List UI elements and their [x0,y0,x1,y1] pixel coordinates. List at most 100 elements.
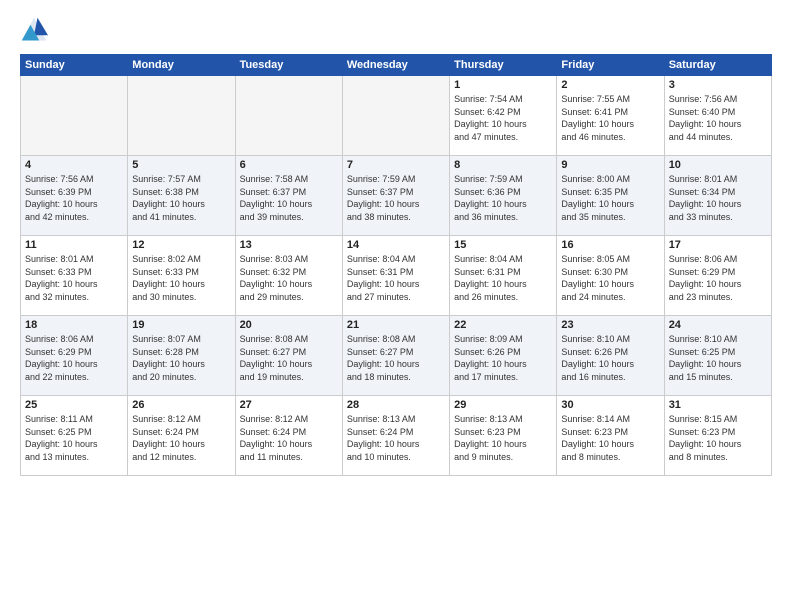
day-cell-25: 25 Sunrise: 8:11 AM Sunset: 6:25 PM Dayli… [21,396,128,476]
empty-cell [235,76,342,156]
day-number: 3 [669,79,767,91]
day-info: Sunrise: 7:56 AM Sunset: 6:39 PM Dayligh… [25,173,123,223]
day-cell-29: 29Sunrise: 8:13 AM Sunset: 6:23 PM Dayli… [450,396,557,476]
calendar: SundayMondayTuesdayWednesdayThursdayFrid… [20,54,772,476]
day-number: 10 [669,159,767,171]
week-row-1: 1 Sunrise: 7:54 AM Sunset: 6:42 PM Daylig… [21,76,772,156]
day-cell-2: 2Sunrise: 7:55 AM Sunset: 6:41 PM Daylig… [557,76,664,156]
day-number: 19 [132,319,230,331]
day-number: 28 [347,399,445,411]
day-number: 31 [669,399,767,411]
day-number: 22 [454,319,552,331]
day-info: Sunrise: 7:58 AM Sunset: 6:37 PM Dayligh… [240,173,338,223]
day-number: 20 [240,319,338,331]
day-cell-13: 13 Sunrise: 8:03 AM Sunset: 6:32 PM Dayli… [235,236,342,316]
day-info: Sunrise: 7:55 AM Sunset: 6:41 PM Dayligh… [561,93,659,143]
day-info: Sunrise: 8:14 AM Sunset: 6:23 PM Dayligh… [561,413,659,463]
day-info: Sunrise: 8:08 AM Sunset: 6:27 PM Dayligh… [240,333,338,383]
empty-cell [21,76,128,156]
day-cell-28: 28 Sunrise: 8:13 AM Sunset: 6:24 PM Dayli… [342,396,449,476]
day-info: Sunrise: 8:12 AM Sunset: 6:24 PM Dayligh… [132,413,230,463]
day-info: Sunrise: 8:11 AM Sunset: 6:25 PM Dayligh… [25,413,123,463]
day-number: 23 [561,319,659,331]
day-info: Sunrise: 8:07 AM Sunset: 6:28 PM Dayligh… [132,333,230,383]
page: SundayMondayTuesdayWednesdayThursdayFrid… [0,0,792,612]
day-cell-4: 4Sunrise: 7:56 AM Sunset: 6:39 PM Daylig… [21,156,128,236]
week-row-4: 18 Sunrise: 8:06 AM Sunset: 6:29 PM Dayli… [21,316,772,396]
day-info: Sunrise: 7:56 AM Sunset: 6:40 PM Dayligh… [669,93,767,143]
day-number: 26 [132,399,230,411]
day-number: 25 [25,399,123,411]
day-cell-12: 12 Sunrise: 8:02 AM Sunset: 6:33 PM Dayli… [128,236,235,316]
day-number: 1 [454,79,552,91]
day-info: Sunrise: 8:02 AM Sunset: 6:33 PM Dayligh… [132,253,230,303]
day-info: Sunrise: 7:59 AM Sunset: 6:36 PM Dayligh… [454,173,552,223]
weekday-header-saturday: Saturday [664,55,771,76]
day-info: Sunrise: 8:01 AM Sunset: 6:33 PM Dayligh… [25,253,123,303]
weekday-header-tuesday: Tuesday [235,55,342,76]
weekday-header-friday: Friday [557,55,664,76]
day-cell-27: 27 Sunrise: 8:12 AM Sunset: 6:24 PM Dayli… [235,396,342,476]
day-info: Sunrise: 8:01 AM Sunset: 6:34 PM Dayligh… [669,173,767,223]
day-info: Sunrise: 8:08 AM Sunset: 6:27 PM Dayligh… [347,333,445,383]
day-info: Sunrise: 8:10 AM Sunset: 6:26 PM Dayligh… [561,333,659,383]
day-cell-20: 20 Sunrise: 8:08 AM Sunset: 6:27 PM Dayli… [235,316,342,396]
empty-cell [342,76,449,156]
day-info: Sunrise: 8:10 AM Sunset: 6:25 PM Dayligh… [669,333,767,383]
day-cell-7: 7 Sunrise: 7:59 AM Sunset: 6:37 PM Daylig… [342,156,449,236]
logo [20,16,52,44]
day-number: 11 [25,239,123,251]
day-cell-16: 16 Sunrise: 8:05 AM Sunset: 6:30 PM Dayli… [557,236,664,316]
day-info: Sunrise: 8:13 AM Sunset: 6:24 PM Dayligh… [347,413,445,463]
day-number: 21 [347,319,445,331]
day-cell-22: 22 Sunrise: 8:09 AM Sunset: 6:26 PM Dayli… [450,316,557,396]
day-number: 5 [132,159,230,171]
logo-icon [20,16,48,44]
day-cell-8: 8 Sunrise: 7:59 AM Sunset: 6:36 PM Daylig… [450,156,557,236]
day-cell-26: 26 Sunrise: 8:12 AM Sunset: 6:24 PM Dayli… [128,396,235,476]
day-number: 24 [669,319,767,331]
day-number: 30 [561,399,659,411]
day-info: Sunrise: 7:54 AM Sunset: 6:42 PM Dayligh… [454,93,552,143]
day-cell-15: 15 Sunrise: 8:04 AM Sunset: 6:31 PM Dayli… [450,236,557,316]
day-number: 8 [454,159,552,171]
week-row-3: 11 Sunrise: 8:01 AM Sunset: 6:33 PM Dayli… [21,236,772,316]
day-cell-1: 1 Sunrise: 7:54 AM Sunset: 6:42 PM Daylig… [450,76,557,156]
day-info: Sunrise: 7:59 AM Sunset: 6:37 PM Dayligh… [347,173,445,223]
day-info: Sunrise: 8:06 AM Sunset: 6:29 PM Dayligh… [25,333,123,383]
day-number: 13 [240,239,338,251]
day-number: 7 [347,159,445,171]
day-number: 29 [454,399,552,411]
day-info: Sunrise: 8:06 AM Sunset: 6:29 PM Dayligh… [669,253,767,303]
day-cell-31: 31Sunrise: 8:15 AM Sunset: 6:23 PM Dayli… [664,396,771,476]
day-number: 12 [132,239,230,251]
day-cell-24: 24 Sunrise: 8:10 AM Sunset: 6:25 PM Dayli… [664,316,771,396]
day-cell-6: 6Sunrise: 7:58 AM Sunset: 6:37 PM Daylig… [235,156,342,236]
day-number: 27 [240,399,338,411]
day-cell-5: 5 Sunrise: 7:57 AM Sunset: 6:38 PM Daylig… [128,156,235,236]
header [20,16,772,44]
week-row-2: 4Sunrise: 7:56 AM Sunset: 6:39 PM Daylig… [21,156,772,236]
day-cell-19: 19 Sunrise: 8:07 AM Sunset: 6:28 PM Dayli… [128,316,235,396]
day-cell-23: 23 Sunrise: 8:10 AM Sunset: 6:26 PM Dayli… [557,316,664,396]
day-cell-30: 30 Sunrise: 8:14 AM Sunset: 6:23 PM Dayli… [557,396,664,476]
weekday-header-monday: Monday [128,55,235,76]
weekday-header-thursday: Thursday [450,55,557,76]
day-number: 15 [454,239,552,251]
day-cell-21: 21 Sunrise: 8:08 AM Sunset: 6:27 PM Dayli… [342,316,449,396]
day-info: Sunrise: 8:09 AM Sunset: 6:26 PM Dayligh… [454,333,552,383]
day-number: 18 [25,319,123,331]
day-cell-18: 18 Sunrise: 8:06 AM Sunset: 6:29 PM Dayli… [21,316,128,396]
day-number: 17 [669,239,767,251]
day-info: Sunrise: 8:03 AM Sunset: 6:32 PM Dayligh… [240,253,338,303]
day-cell-3: 3 Sunrise: 7:56 AM Sunset: 6:40 PM Daylig… [664,76,771,156]
day-info: Sunrise: 8:04 AM Sunset: 6:31 PM Dayligh… [454,253,552,303]
day-info: Sunrise: 8:12 AM Sunset: 6:24 PM Dayligh… [240,413,338,463]
day-info: Sunrise: 7:57 AM Sunset: 6:38 PM Dayligh… [132,173,230,223]
day-number: 16 [561,239,659,251]
day-cell-14: 14Sunrise: 8:04 AM Sunset: 6:31 PM Dayli… [342,236,449,316]
week-row-5: 25 Sunrise: 8:11 AM Sunset: 6:25 PM Dayli… [21,396,772,476]
day-info: Sunrise: 8:05 AM Sunset: 6:30 PM Dayligh… [561,253,659,303]
day-cell-9: 9Sunrise: 8:00 AM Sunset: 6:35 PM Daylig… [557,156,664,236]
day-cell-11: 11 Sunrise: 8:01 AM Sunset: 6:33 PM Dayli… [21,236,128,316]
